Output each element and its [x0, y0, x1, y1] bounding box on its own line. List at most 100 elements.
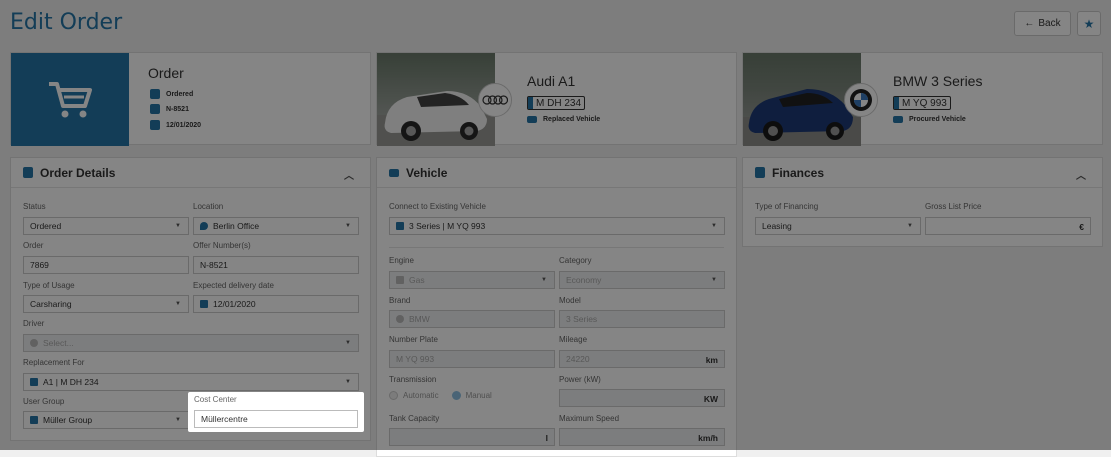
car-icon — [389, 168, 399, 177]
delivery-value: 12/01/2020 — [213, 299, 256, 309]
model-value: 3 Series — [566, 314, 598, 324]
connect-vehicle-select[interactable]: 3 Series | M YQ 993 ▼ — [389, 217, 725, 235]
replaced-vehicle-title: Audi A1 — [527, 73, 576, 89]
license-plate: M YQ 993 — [893, 96, 951, 110]
category-label: Category — [559, 256, 592, 265]
location-label: Location — [193, 202, 224, 211]
procured-vehicle-card: BMW 3 Series M YQ 993 Procured Vehicle — [742, 52, 1103, 146]
mileage-value: 24220 — [566, 354, 590, 364]
order-details-header[interactable]: Order Details ︿ — [11, 158, 370, 188]
transmission-options: Automatic Manual — [389, 391, 492, 400]
favorite-button[interactable]: ★ — [1077, 11, 1101, 36]
manual-radio[interactable] — [451, 391, 461, 400]
connect-value: 3 Series | M YQ 993 — [409, 221, 486, 231]
category-select[interactable]: Economy ▼ — [559, 271, 725, 289]
vehicle-title: Vehicle — [406, 165, 448, 180]
brand-input[interactable]: BMW — [389, 310, 555, 328]
engine-value: Gas — [409, 275, 425, 285]
financing-select[interactable]: Leasing ▼ — [755, 217, 921, 235]
chevron-up-icon[interactable]: ︿ — [344, 167, 354, 182]
users-icon — [30, 416, 38, 424]
procured-vehicle-title: BMW 3 Series — [893, 73, 983, 89]
caret-down-icon: ▼ — [175, 301, 181, 307]
model-input[interactable]: 3 Series — [559, 310, 725, 328]
order-label: Order — [23, 241, 44, 250]
finances-header[interactable]: Finances ︿ — [743, 158, 1102, 188]
replacement-value: A1 | M DH 234 — [43, 377, 99, 387]
order-input[interactable]: 7869 — [23, 256, 189, 274]
order-card-title: Order — [148, 65, 184, 81]
car-icon — [396, 222, 404, 230]
star-icon: ★ — [1083, 16, 1095, 31]
order-value: 7869 — [30, 260, 49, 270]
connect-label: Connect to Existing Vehicle — [389, 202, 486, 211]
chevron-up-icon[interactable]: ︿ — [1076, 167, 1086, 182]
replacement-label: Replacement For — [23, 358, 85, 367]
price-input[interactable]: € — [925, 217, 1091, 235]
price-label: Gross List Price — [925, 202, 982, 211]
map-pin-icon — [200, 222, 208, 230]
replaced-vehicle-card: Audi A1 M DH 234 Replaced Vehicle — [376, 52, 737, 146]
usergroup-label: User Group — [23, 397, 65, 406]
driver-label: Driver — [23, 319, 45, 328]
transmission-label: Transmission — [389, 375, 437, 384]
driver-select[interactable]: Select... ▼ — [23, 334, 359, 352]
status-select[interactable]: Ordered ▼ — [23, 217, 189, 235]
status-label: Status — [23, 202, 46, 211]
plate-input[interactable]: M YQ 993 — [389, 350, 555, 368]
caret-down-icon: ▼ — [345, 379, 351, 385]
usage-value: Carsharing — [30, 299, 72, 309]
speed-input[interactable]: km/h — [559, 428, 725, 446]
financing-value: Leasing — [762, 221, 792, 231]
audi-logo — [478, 83, 512, 117]
location-select[interactable]: Berlin Office ▼ — [193, 217, 359, 235]
offer-number-input[interactable]: N-8521 — [193, 256, 359, 274]
replaced-note: Replaced Vehicle — [527, 116, 600, 123]
cost-center-input[interactable]: Müllercentre — [194, 410, 358, 428]
page-title: Edit Order — [10, 10, 123, 35]
model-label: Model — [559, 296, 581, 305]
fuel-icon — [396, 276, 404, 284]
back-button[interactable]: ← Back — [1014, 11, 1071, 36]
speed-label: Maximum Speed — [559, 414, 620, 423]
order-status-text: Ordered — [166, 90, 194, 98]
tank-input[interactable]: l — [389, 428, 555, 446]
shopping-cart-icon — [11, 53, 129, 146]
replaced-plate: M DH 234 — [527, 96, 586, 110]
replacement-select[interactable]: A1 | M DH 234 ▼ — [23, 373, 359, 391]
replaced-note-text: Replaced Vehicle — [543, 116, 601, 123]
license-plate: M DH 234 — [527, 96, 586, 110]
cost-center-value: Müllercentre — [201, 414, 248, 424]
engine-select[interactable]: Gas ▼ — [389, 271, 555, 289]
euro-icon: € — [1079, 222, 1084, 232]
usergroup-value: Müller Group — [43, 415, 93, 425]
usergroup-select[interactable]: Müller Group ▼ — [23, 411, 189, 429]
money-icon — [755, 167, 765, 178]
document-icon — [23, 167, 33, 178]
cost-center-highlight: Cost Center Müllercentre — [188, 392, 364, 432]
brand-label: Brand — [389, 296, 411, 305]
mileage-input[interactable]: 24220 km — [559, 350, 725, 368]
manual-label: Manual — [465, 391, 492, 400]
order-number-text: N-8521 — [166, 105, 189, 113]
delivery-label: Expected delivery date — [193, 281, 274, 290]
driver-placeholder: Select... — [43, 338, 74, 348]
divider — [389, 247, 724, 248]
engine-label: Engine — [389, 256, 414, 265]
user-icon — [30, 339, 38, 347]
power-input[interactable]: KW — [559, 389, 725, 407]
car-icon — [527, 116, 537, 123]
delivery-date-input[interactable]: 12/01/2020 — [193, 295, 359, 313]
financing-label: Type of Financing — [755, 202, 819, 211]
caret-down-icon: ▼ — [907, 223, 913, 229]
procured-plate: M YQ 993 — [893, 96, 951, 110]
power-label: Power (kW) — [559, 375, 601, 384]
caret-down-icon: ▼ — [345, 340, 351, 346]
page-header: Edit Order ← Back ★ — [0, 0, 1111, 48]
order-date-text: 12/01/2020 — [166, 121, 202, 129]
automatic-radio[interactable] — [389, 391, 398, 400]
order-details-title: Order Details — [40, 165, 116, 180]
order-status: Ordered — [150, 89, 193, 99]
usage-select[interactable]: Carsharing ▼ — [23, 295, 189, 313]
category-value: Economy — [566, 275, 602, 285]
